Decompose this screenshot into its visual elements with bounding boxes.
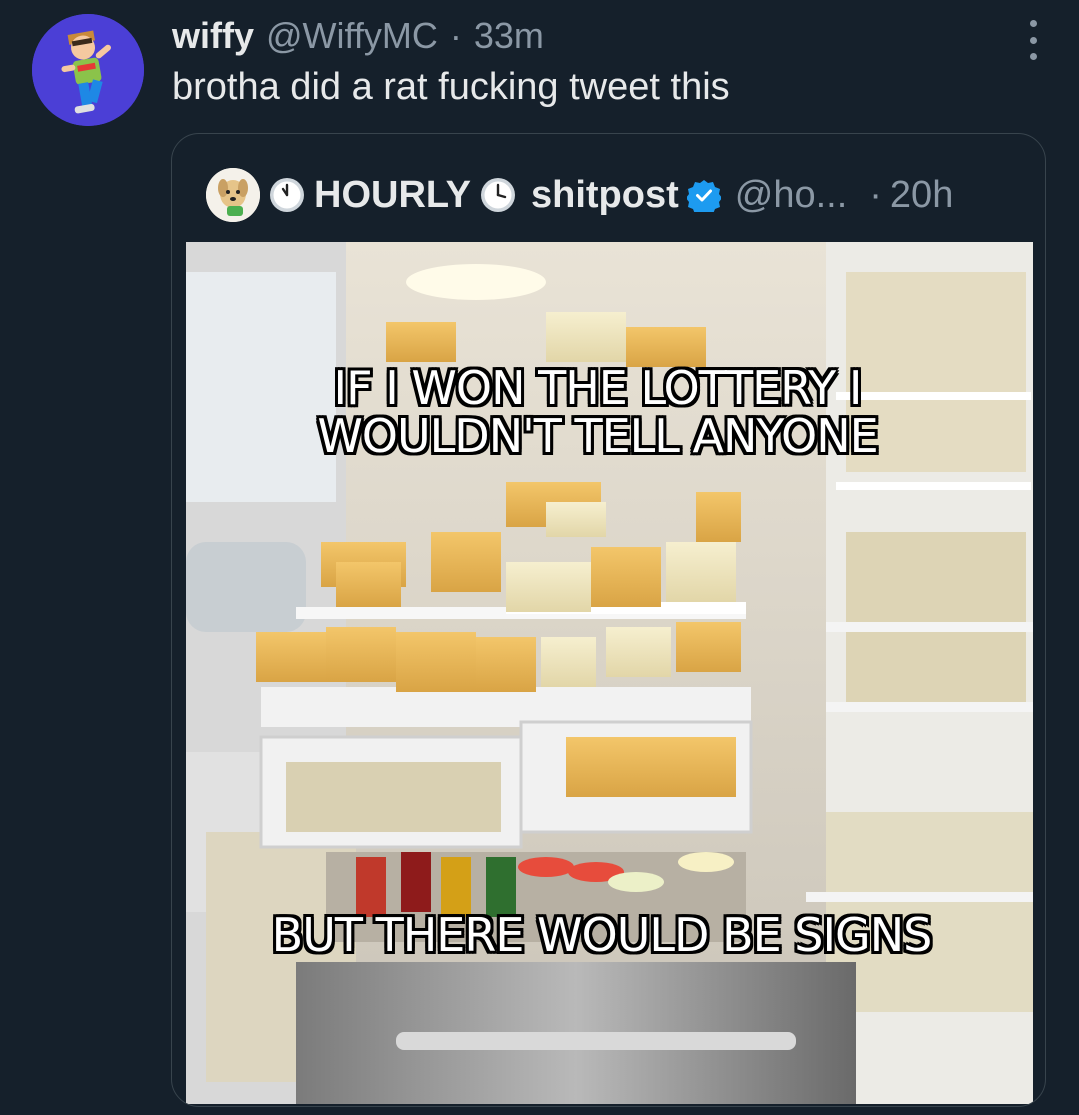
quoted-author-name[interactable]: HOURLY [314,174,471,217]
caption-top-line-2: WOULDN'T TELL ANYONE [317,409,878,463]
tweet-header: wiffy @WiffyMC · 33m [172,14,544,58]
more-dot [1029,36,1037,44]
quoted-author-name-suffix[interactable]: shitpost [531,174,679,217]
quoted-author-handle[interactable]: @ho... [735,174,848,217]
separator-dot: · [449,15,462,56]
avatar[interactable] [32,14,144,126]
quoted-timestamp[interactable]: 20h [890,174,953,217]
clock-icon [480,178,515,212]
separator-dot: · [869,173,882,216]
quoted-tweet-header: HOURLY shitpost @ho... · 20h [206,164,953,226]
quoted-tweet[interactable]: HOURLY shitpost @ho... · 20h IF I WON TH… [171,133,1046,1107]
more-dots-icon[interactable] [1025,20,1041,60]
clock-icon [270,178,304,212]
more-dot [1029,53,1037,60]
quoted-avatar[interactable] [206,168,260,222]
author-handle[interactable]: @WiffyMC [266,15,438,57]
caption-top-line-1: IF I WON THE LOTTERY I [333,361,863,415]
more-dot [1029,20,1037,27]
author-name[interactable]: wiffy [172,15,254,57]
avatar-character-image [32,14,144,126]
verified-badge-icon [686,180,721,212]
caption-bottom: BUT THERE WOULD BE SIGNS [271,908,933,962]
quoted-media-image[interactable]: IF I WON THE LOTTERY I WOULDN'T TELL ANY… [186,242,1033,1104]
tweet-timestamp[interactable]: 33m [474,15,544,57]
caption-top: IF I WON THE LOTTERY I WOULDN'T TELL ANY… [186,364,1021,460]
tweet-text: brotha did a rat fucking tweet this [172,66,730,108]
dog-avatar-image [206,168,260,222]
